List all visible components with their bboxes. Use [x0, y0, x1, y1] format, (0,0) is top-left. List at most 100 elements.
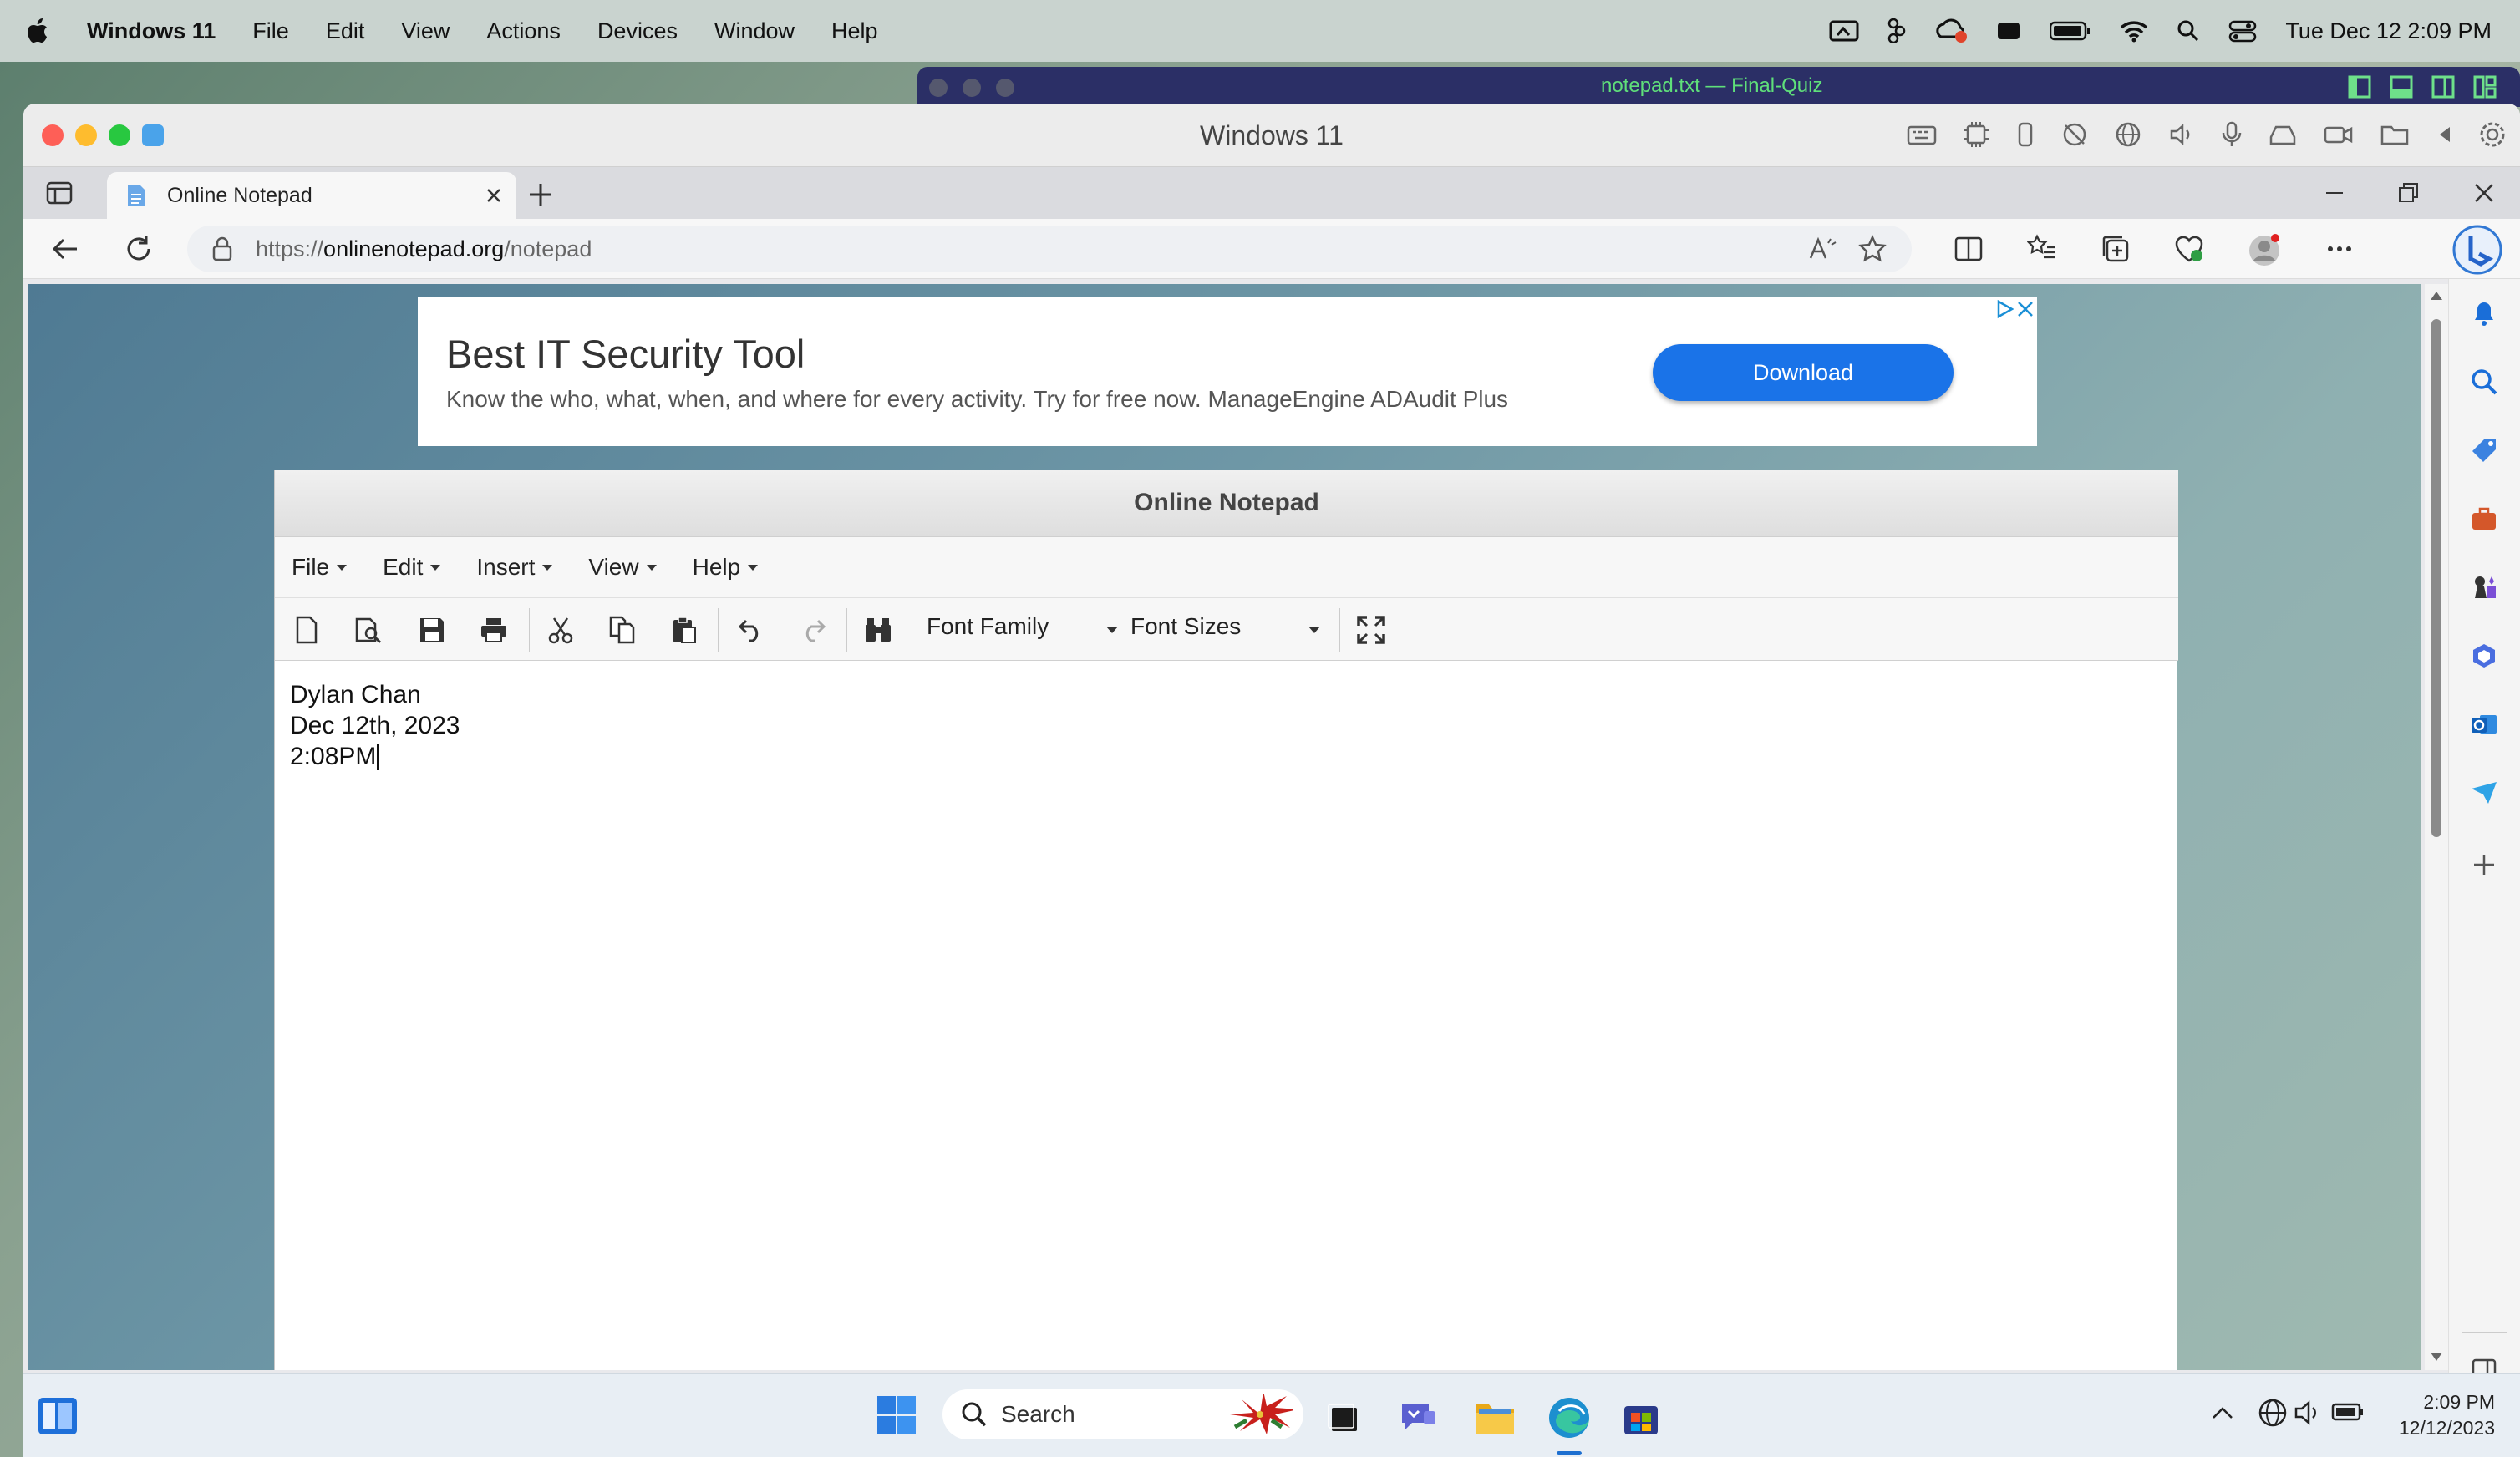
caret-down-icon[interactable] [1105, 626, 1119, 634]
read-aloud-icon[interactable] [1808, 236, 1837, 261]
paste-icon[interactable] [668, 613, 701, 647]
font-family-dropdown[interactable]: Font Family [927, 613, 1049, 640]
spotlight-search-icon[interactable] [2177, 19, 2200, 43]
wifi-icon[interactable] [2120, 19, 2148, 43]
favorite-star-icon[interactable] [1858, 235, 1887, 263]
window-close-icon[interactable] [2473, 182, 2495, 204]
tab-online-notepad[interactable]: Online Notepad [107, 172, 516, 219]
control-center-icon[interactable] [2228, 19, 2257, 43]
battery-app-icon[interactable] [1996, 20, 2021, 42]
apple-icon[interactable] [27, 18, 48, 43]
notifications-bell-icon[interactable] [2470, 299, 2498, 327]
vm-titlebar[interactable]: Windows 11 [23, 104, 2520, 167]
network-globe-tray-icon[interactable] [2258, 1398, 2288, 1428]
menu-file[interactable]: File [252, 18, 289, 44]
file-explorer-icon[interactable] [1474, 1398, 1516, 1438]
task-view-icon[interactable] [1325, 1399, 1362, 1436]
new-tab-icon[interactable] [528, 182, 553, 207]
notepad-menu-file[interactable]: File [292, 554, 348, 581]
scroll-up-arrow-icon[interactable] [2430, 291, 2443, 301]
screen-icon[interactable] [1829, 19, 1859, 43]
cut-icon[interactable] [544, 613, 577, 647]
camera-off-icon[interactable] [2060, 120, 2089, 149]
caret-down-icon[interactable] [1308, 626, 1321, 634]
taskbar-search-box[interactable]: Search [942, 1389, 1303, 1439]
sidebar-search-icon[interactable] [2470, 368, 2498, 396]
edge-browser-icon[interactable] [1547, 1396, 1591, 1439]
figma-icon[interactable] [1887, 18, 1906, 43]
redo-icon[interactable] [796, 613, 830, 647]
widgets-icon[interactable] [37, 1396, 79, 1436]
start-windows-icon[interactable] [876, 1394, 917, 1436]
notepad-menu-insert[interactable]: Insert [476, 554, 553, 581]
window-minimize-icon[interactable] [2324, 189, 2345, 197]
layout-icon[interactable] [2348, 75, 2371, 99]
teams-chat-icon[interactable] [1399, 1398, 1439, 1438]
usb-icon[interactable] [2015, 120, 2035, 149]
notepad-menu-view[interactable]: View [588, 554, 657, 581]
menu-actions[interactable]: Actions [486, 18, 561, 44]
layout-split-icon[interactable] [2431, 75, 2455, 99]
open-file-icon[interactable] [352, 613, 385, 647]
lock-icon[interactable] [212, 236, 232, 261]
zoom-dot-icon[interactable] [996, 79, 1014, 97]
ad-banner[interactable]: Best IT Security Tool Know the who, what… [418, 297, 2037, 446]
microphone-icon[interactable] [2221, 120, 2243, 149]
collections-icon[interactable] [2101, 234, 2131, 267]
split-screen-icon[interactable] [1954, 234, 1984, 267]
copy-icon[interactable] [606, 613, 639, 647]
ad-headline[interactable]: Best IT Security Tool [446, 331, 805, 377]
battery-icon[interactable] [2050, 21, 2091, 41]
more-options-icon[interactable] [2324, 234, 2355, 267]
tab-actions-icon[interactable] [45, 179, 74, 207]
collapse-arrow-icon[interactable] [2435, 120, 2453, 149]
menu-edit[interactable]: Edit [326, 18, 365, 44]
find-binoculars-icon[interactable] [861, 613, 895, 647]
window-restore-icon[interactable] [2398, 182, 2420, 204]
menu-devices[interactable]: Devices [597, 18, 678, 44]
notepad-menu-edit[interactable]: Edit [383, 554, 441, 581]
browser-essentials-icon[interactable] [2174, 234, 2204, 267]
layout-grid-icon[interactable] [2473, 75, 2497, 99]
favorites-list-icon[interactable] [2027, 234, 2057, 267]
speaker-icon[interactable] [2167, 120, 2196, 149]
tab-close-icon[interactable] [485, 186, 503, 205]
volume-tray-icon[interactable] [2293, 1398, 2323, 1428]
disk-icon[interactable] [2268, 120, 2298, 149]
back-arrow-icon[interactable] [50, 234, 80, 264]
ad-subtext[interactable]: Know the who, what, when, and where for … [446, 386, 1508, 413]
undo-icon[interactable] [734, 613, 768, 647]
fullscreen-icon[interactable] [1354, 613, 1388, 647]
ad-download-button[interactable]: Download [1653, 344, 1954, 401]
drop-send-icon[interactable] [2470, 779, 2498, 807]
keyboard-icon[interactable] [1907, 120, 1937, 149]
tools-briefcase-icon[interactable] [2470, 505, 2498, 533]
new-file-icon[interactable] [290, 613, 323, 647]
menubar-clock[interactable]: Tue Dec 12 2:09 PM [2285, 18, 2492, 44]
save-icon[interactable] [415, 613, 449, 647]
copilot-icon[interactable] [2451, 224, 2503, 276]
page-scrollbar[interactable] [2425, 284, 2448, 1370]
add-sidebar-app-icon[interactable] [2472, 852, 2497, 877]
close-dot-icon[interactable] [929, 79, 948, 97]
adchoices-icon[interactable] [1995, 299, 2015, 319]
profile-avatar-icon[interactable] [2248, 234, 2281, 267]
battery-tray-icon[interactable] [2331, 1401, 2365, 1423]
app-name[interactable]: Windows 11 [87, 18, 216, 44]
layout-bottom-icon[interactable] [2390, 75, 2413, 99]
video-camera-icon[interactable] [2323, 120, 2355, 149]
taskbar-clock[interactable]: 2:09 PM 12/12/2023 [2399, 1389, 2495, 1441]
network-globe-icon[interactable] [2114, 120, 2142, 149]
minimize-dot-icon[interactable] [963, 79, 981, 97]
creative-cloud-icon[interactable] [1934, 18, 1968, 43]
notepad-text-area[interactable]: Dylan Chan Dec 12th, 2023 2:08PM [290, 679, 460, 772]
menu-help[interactable]: Help [831, 18, 878, 44]
cpu-icon[interactable] [1962, 120, 1990, 149]
games-chess-icon[interactable] [2470, 573, 2498, 602]
scrollbar-thumb[interactable] [2431, 319, 2441, 837]
refresh-icon[interactable] [124, 234, 154, 264]
outlook-icon[interactable] [2470, 710, 2498, 739]
settings-gear-icon[interactable] [2478, 120, 2507, 149]
secondary-window-titlebar[interactable]: notepad.txt — Final-Quiz [917, 67, 2520, 107]
menu-window[interactable]: Window [714, 18, 795, 44]
